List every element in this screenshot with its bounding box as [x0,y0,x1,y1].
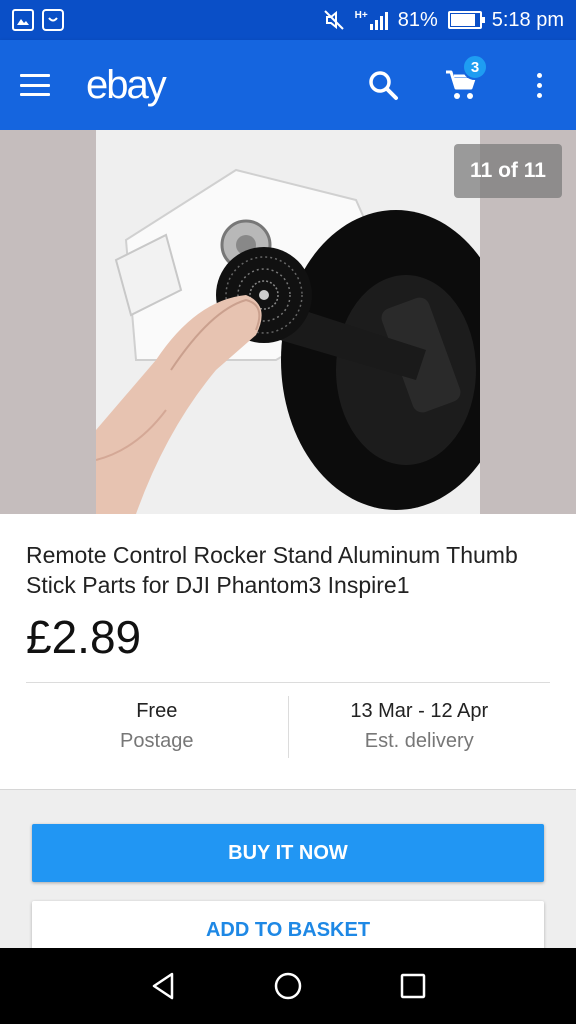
image-gallery[interactable]: 11 of 11 [0,130,576,514]
app-bar: ebay 3 [0,40,576,130]
battery-level [450,14,476,26]
delivery-value: 13 Mar - 12 Apr [350,700,489,722]
search-icon [369,71,398,100]
delivery-info: 13 Mar - 12 Apr Est. delivery [287,696,551,758]
clock: 5:18 pm [491,8,564,31]
ebay-logo[interactable]: ebay [86,63,167,108]
menu-icon[interactable] [20,74,50,96]
image-counter: 11 of 11 [454,144,562,198]
battery-icon [447,11,485,29]
recents-icon [401,973,426,999]
shopping-bag-icon [42,9,64,31]
purchase-actions: BUY IT NOW ADD TO BASKET [0,790,576,959]
back-icon [152,972,173,1000]
listing-price: £2.89 [26,611,142,663]
cart-count-badge: 3 [462,54,488,80]
postage-info: Free Postage [26,696,288,758]
home-button[interactable] [268,966,308,1006]
more-vert-icon [536,72,542,98]
postage-label: Postage [120,730,194,752]
shipping-info: Free Postage 13 Mar - 12 Apr Est. delive… [26,696,550,758]
recents-button[interactable] [393,966,433,1006]
divider [26,682,550,683]
cart-button[interactable]: 3 [444,54,488,102]
notification-icons [12,9,64,31]
battery-percent: 81% [397,8,438,31]
signal-type-label: H+ [354,10,368,21]
system-nav-bar [0,948,576,1024]
listing-info: Remote Control Rocker Stand Aluminum Thu… [0,514,576,790]
signal-icon: H+ [355,10,388,30]
delivery-label: Est. delivery [364,730,474,752]
mute-icon [323,10,344,30]
buy-it-now-button[interactable]: BUY IT NOW [32,824,544,882]
search-button[interactable] [366,68,400,102]
postage-value: Free [136,700,178,722]
listing-title: Remote Control Rocker Stand Aluminum Thu… [26,542,518,598]
more-options-button[interactable] [522,68,556,102]
image-notification-icon [12,9,34,31]
status-bar: H+ 81% 5:18 pm [0,0,576,40]
product-photo[interactable] [96,130,480,514]
home-icon [274,972,302,1000]
back-button[interactable] [143,966,183,1006]
